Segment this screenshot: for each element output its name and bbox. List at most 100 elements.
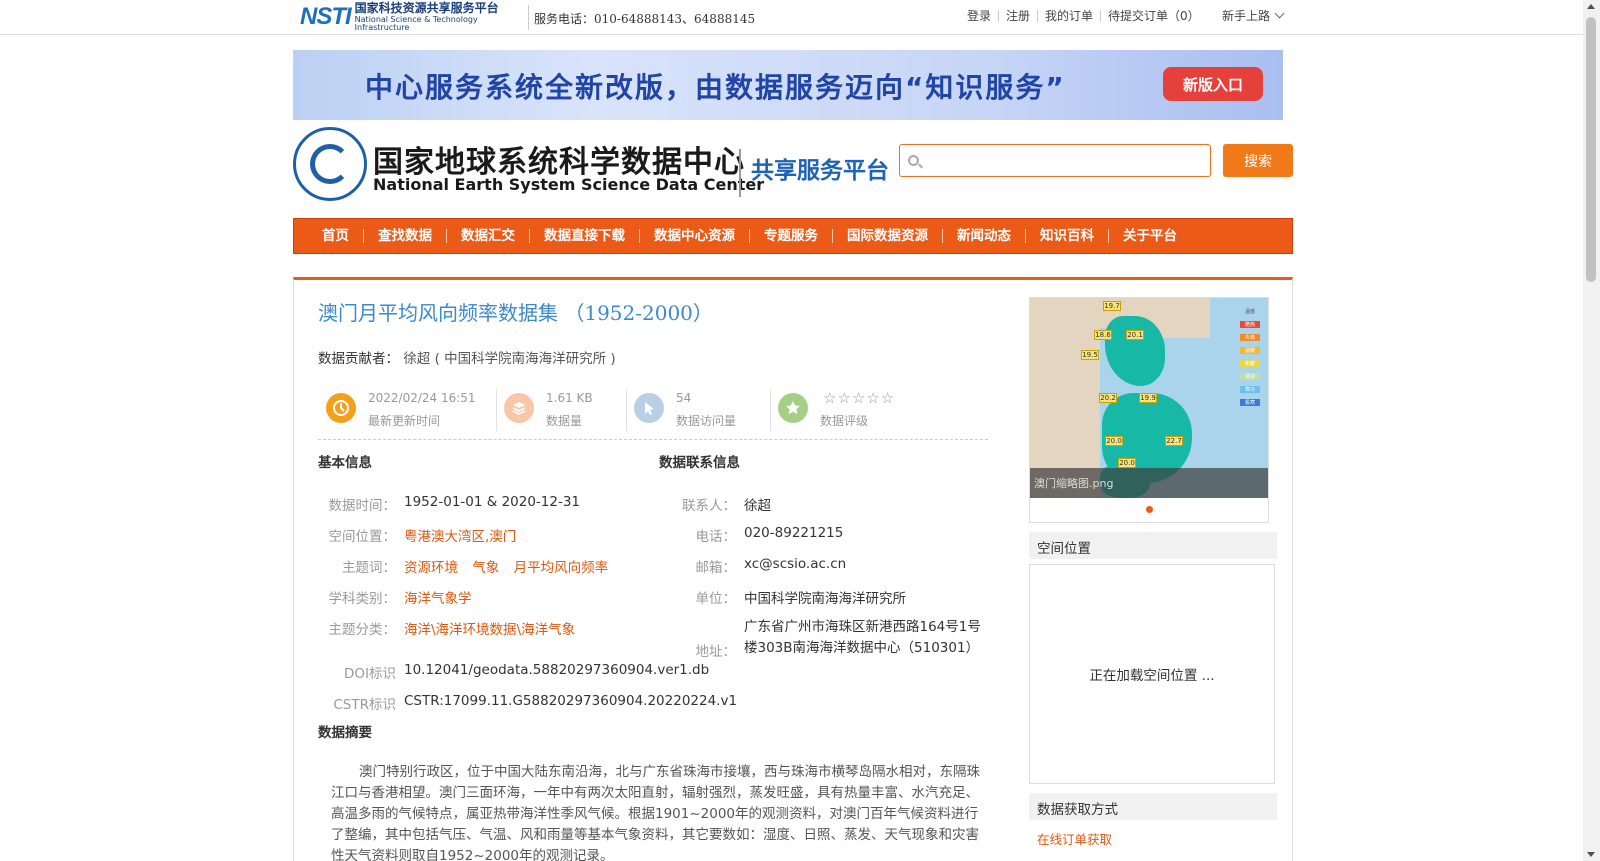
nav-international-resources[interactable]: 国际数据资源 [832, 229, 942, 243]
search-button[interactable]: 搜索 [1223, 144, 1293, 177]
my-orders-link[interactable]: 我的订单 [1037, 10, 1100, 22]
search-input[interactable] [926, 145, 1206, 176]
register-link[interactable]: 注册 [998, 10, 1037, 22]
nav-news[interactable]: 新闻动态 [942, 229, 1025, 243]
new-version-banner[interactable]: 中心服务系统全新改版，由数据服务迈向“知识服务” 新版入口 [293, 50, 1283, 120]
keyword-link[interactable]: 月平均风向频率 [514, 560, 609, 576]
basic-label: 数据时间： [328, 498, 397, 514]
search-box [899, 144, 1211, 177]
chevron-down-icon [1274, 8, 1285, 19]
contributor-value: 徐超 ( 中国科学院南海海洋研究所 ) [403, 351, 616, 367]
keyword-link[interactable]: 资源环境 [404, 560, 458, 576]
nsti-logo[interactable]: NSTI 国家科技资源共享服务平台 National Science & Tec… [300, 2, 520, 32]
map-pin: 18.6 [1094, 330, 1112, 340]
banner-text: 中心服务系统全新改版，由数据服务迈向“知识服务” [365, 71, 1066, 104]
contact-email[interactable]: xc@scsio.ac.cn [744, 556, 846, 572]
basic-label: 学科类别： [328, 591, 397, 607]
contact-label: 地址： [695, 644, 737, 660]
basic-label: DOI标识 [343, 666, 396, 682]
spatial-loading-text: 正在加载空间位置 ... [1089, 668, 1215, 684]
nav-topic-services[interactable]: 专题服务 [749, 229, 832, 243]
contact-address: 广东省广州市海珠区新港西路164号1号楼303B南海海洋数据中心（510301） [744, 619, 981, 656]
cursor-icon [634, 393, 664, 423]
thumbnail-caption: 澳门缩略图.png [1030, 468, 1268, 498]
cstr-value: CSTR:17099.11.G58820297360904.20220224.v… [404, 693, 738, 709]
top-bar: NSTI 国家科技资源共享服务平台 National Science & Tec… [0, 0, 1583, 35]
spatial-heading: 空间位置 [1029, 532, 1277, 559]
scroll-thumb[interactable] [1586, 17, 1596, 282]
login-link[interactable]: 登录 [960, 10, 998, 22]
keyword-list: 资源环境 气象 月平均风向频率 [404, 556, 618, 576]
access-heading: 数据获取方式 [1029, 793, 1277, 820]
search-icon [908, 155, 919, 166]
contact-label: 电话： [695, 529, 737, 545]
map-pin: 20.1 [1126, 330, 1144, 340]
subject-link[interactable]: 海洋气象学 [404, 587, 472, 607]
nav-direct-download[interactable]: 数据直接下载 [529, 229, 639, 243]
basic-value: 1952-01-01 & 2020-12-31 [404, 494, 581, 510]
beginner-guide-dropdown[interactable]: 新手上路 [1222, 7, 1285, 24]
stat-visits: 54 数据访问量 [626, 385, 766, 431]
nav-find-data[interactable]: 查找数据 [363, 229, 446, 243]
nav-about[interactable]: 关于平台 [1108, 229, 1191, 243]
map-pin: 19.9 [1139, 393, 1157, 403]
dataset-stats: 2022/02/24 16:51 最新更新时间 1.61 KB 数据量 54 数… [318, 385, 988, 440]
contributor-label: 数据贡献者： [318, 351, 399, 367]
nsti-logo-mark: NSTI [300, 3, 352, 30]
online-order-link[interactable]: 在线订单获取 [1037, 829, 1112, 848]
legend-item: 温度 [1244, 309, 1255, 315]
service-phone: 服务电话：010-64888143、64888145 [534, 12, 756, 26]
dataset-contributor: 数据贡献者： 徐超 ( 中国科学院南海海洋研究所 ) [318, 347, 616, 367]
pending-orders-link[interactable]: 待提交订单（0） [1100, 10, 1207, 22]
top-links: 登录 注册 我的订单 待提交订单（0） [960, 10, 1207, 22]
spatial-map-panel[interactable]: 正在加载空间位置 ... [1029, 564, 1275, 784]
basic-label: 主题分类： [328, 622, 397, 638]
nav-center-resources[interactable]: 数据中心资源 [639, 229, 749, 243]
stat-update-time-label: 最新更新时间 [368, 414, 441, 428]
clock-icon [326, 393, 356, 423]
contact-value: 中国科学院南海海洋研究所 [744, 591, 906, 607]
scrollbar[interactable] [1583, 0, 1600, 861]
nav-home[interactable]: 首页 [308, 229, 363, 243]
stat-data-size-value: 1.61 KB [546, 391, 593, 405]
scroll-up-icon[interactable] [1587, 4, 1595, 9]
thumbnail-carousel[interactable]: 19.7 18.6 20.1 19.5 20.2 19.9 20.0 22.7 … [1029, 297, 1269, 523]
stat-visits-value: 54 [676, 391, 692, 405]
map-pin: 19.5 [1081, 350, 1099, 360]
abstract-text: 澳门特别行政区，位于中国大陆东南沿海，北与广东省珠海市接壤，西与珠海市横琴岛隔水… [331, 764, 980, 861]
legend-item: 炎热 [1240, 334, 1260, 341]
keyword-link[interactable]: 气象 [472, 560, 499, 576]
basic-label: 空间位置： [328, 529, 397, 545]
data-center-name-en: National Earth System Science Data Cente… [373, 175, 765, 194]
map-pin: 20.0 [1118, 458, 1136, 468]
legend-item: 酷热 [1240, 321, 1260, 328]
category-link[interactable]: 海洋\海洋环境数据\海洋气象 [404, 618, 575, 638]
legend-item: 温暖 [1240, 347, 1260, 354]
carousel-dot[interactable] [1146, 506, 1153, 513]
map-pin: 19.7 [1103, 301, 1121, 311]
contact-value: 020-89221215 [744, 525, 844, 541]
data-center-emblem-icon [293, 127, 367, 201]
stat-visits-label: 数据访问量 [676, 414, 737, 428]
beginner-guide-label: 新手上路 [1222, 9, 1271, 23]
map-pin: 22.7 [1165, 436, 1183, 446]
nav-data-submission[interactable]: 数据汇交 [446, 229, 529, 243]
rating-stars[interactable]: ☆☆☆☆☆ [823, 389, 895, 407]
location-link[interactable]: 粤港澳大湾区,澳门 [404, 525, 516, 545]
stat-update-time-value: 2022/02/24 16:51 [368, 391, 476, 405]
star-icon [778, 393, 808, 423]
stat-data-size: 1.61 KB 数据量 [496, 385, 626, 431]
nsti-logo-en: National Science & Technology Infrastruc… [354, 15, 478, 32]
contact-value: 徐超 [744, 498, 771, 514]
legend-item: 和暖 [1240, 360, 1260, 367]
new-version-entry-button[interactable]: 新版入口 [1163, 67, 1263, 101]
nav-knowledge[interactable]: 知识百科 [1025, 229, 1108, 243]
basic-label: 主题词： [342, 560, 396, 576]
scroll-down-icon[interactable] [1587, 852, 1595, 857]
data-center-logo[interactable]: 国家地球系统科学数据中心 National Earth System Scien… [293, 127, 893, 203]
contact-info-heading: 数据联系信息 [659, 455, 740, 471]
main-nav: 首页 查找数据 数据汇交 数据直接下载 数据中心资源 专题服务 国际数据资源 新… [293, 218, 1293, 254]
basic-info-heading: 基本信息 [318, 455, 372, 471]
map-legend: 温度 酷热 炎热 温暖 和暖 清凉 寒冷 极寒 [1240, 308, 1260, 412]
contact-label: 邮箱： [695, 560, 737, 576]
